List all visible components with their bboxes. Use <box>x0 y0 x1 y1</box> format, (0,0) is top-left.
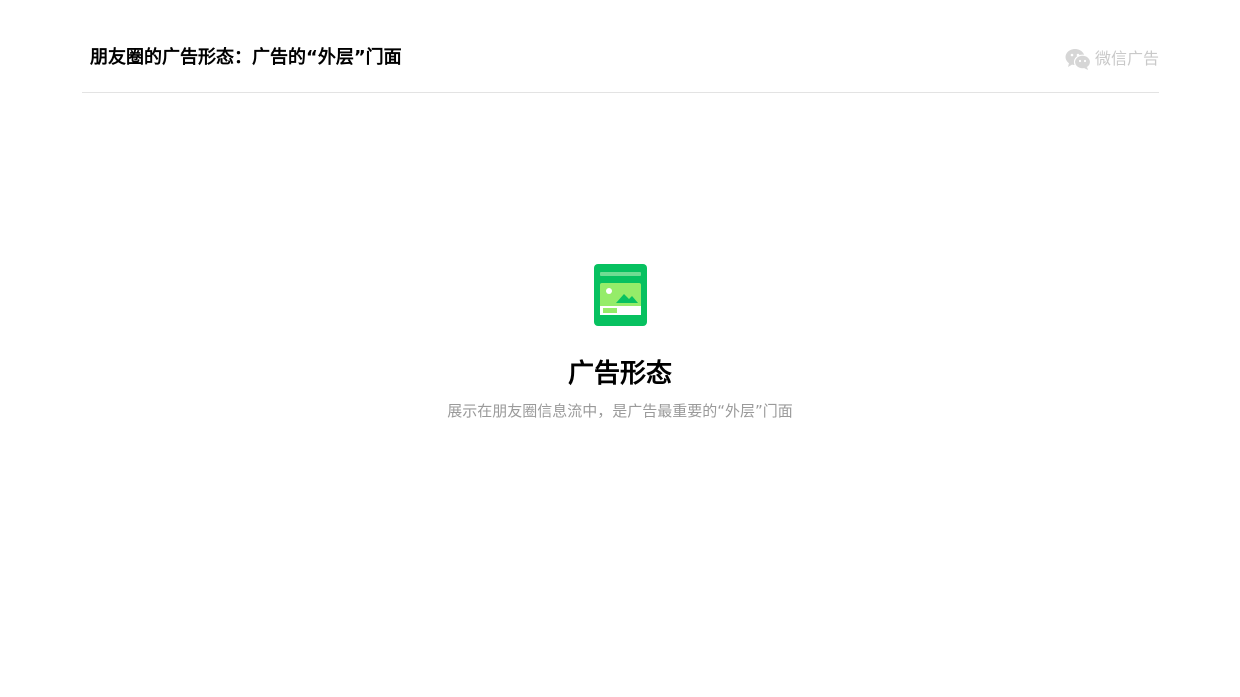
hero-section: 广告形态 展示在朋友圈信息流中，是广告最重要的“外层”门面 <box>0 264 1240 422</box>
wechat-icon <box>1065 49 1091 70</box>
ad-card-image-icon <box>593 264 647 326</box>
page-header: 朋友圈的广告形态：广告的“外层”门面 微信广告 <box>82 0 1159 93</box>
hero-title: 广告形态 <box>567 359 672 389</box>
brand-logo: 微信广告 <box>1065 47 1159 71</box>
page-title: 朋友圈的广告形态：广告的“外层”门面 <box>90 47 402 68</box>
brand-name: 微信广告 <box>1094 49 1159 68</box>
hero-subtitle: 展示在朋友圈信息流中，是广告最重要的“外层”门面 <box>447 402 793 420</box>
